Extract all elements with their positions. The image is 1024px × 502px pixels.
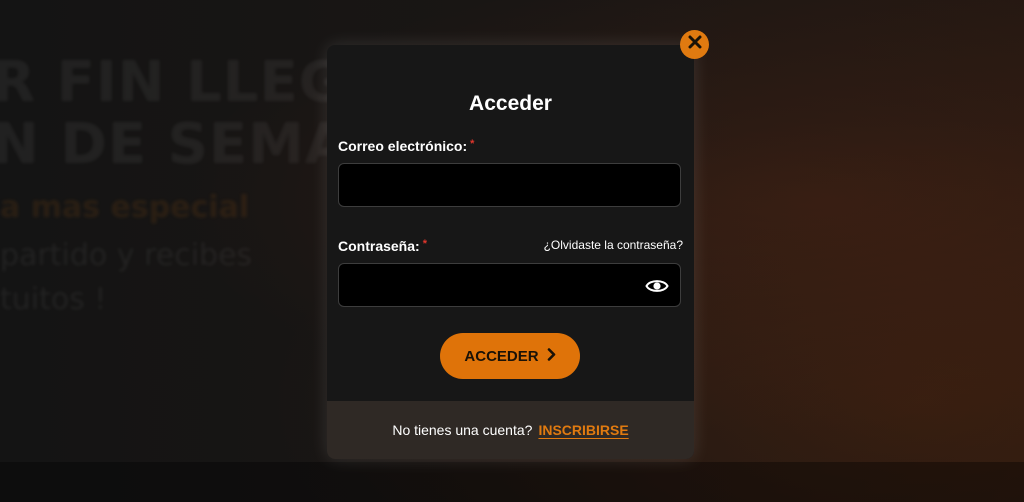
email-label-text: Correo electrónico:: [338, 138, 468, 154]
modal-footer: No tienes una cuenta? INSCRIBIRSE: [327, 401, 694, 459]
login-modal: Acceder Correo electrónico: * Contraseña:…: [327, 45, 694, 459]
forgot-password-link[interactable]: ¿Olvidaste la contraseña?: [544, 238, 683, 252]
password-label: Contraseña: *: [338, 238, 427, 254]
chevron-right-icon: [547, 347, 556, 365]
email-label: Correo electrónico: *: [338, 138, 474, 154]
modal-title: Acceder: [469, 92, 552, 115]
background-subtext: partido y recibes: [0, 238, 253, 273]
submit-button[interactable]: ACCEDER: [440, 333, 580, 379]
signup-question: No tienes una cuenta?: [392, 422, 533, 438]
required-mark: *: [470, 138, 475, 150]
eye-icon[interactable]: [645, 277, 669, 295]
close-icon: [688, 35, 702, 54]
background-subtext: tuitos !: [0, 282, 107, 317]
password-input[interactable]: [339, 264, 680, 306]
background-headline: R FIN LLEG: [0, 50, 346, 115]
submit-button-label: ACCEDER: [464, 347, 539, 365]
signup-link[interactable]: INSCRIBIRSE: [538, 422, 628, 438]
background-tagline: a mas especial: [0, 190, 250, 225]
background-bottom-bar: [0, 462, 1024, 502]
required-mark: *: [422, 238, 427, 250]
close-button[interactable]: [680, 30, 709, 59]
password-label-text: Contraseña:: [338, 238, 420, 254]
password-field[interactable]: [338, 263, 681, 307]
email-field[interactable]: [338, 163, 681, 207]
background-headline: N DE SEMA: [0, 112, 350, 177]
email-input[interactable]: [339, 164, 680, 206]
